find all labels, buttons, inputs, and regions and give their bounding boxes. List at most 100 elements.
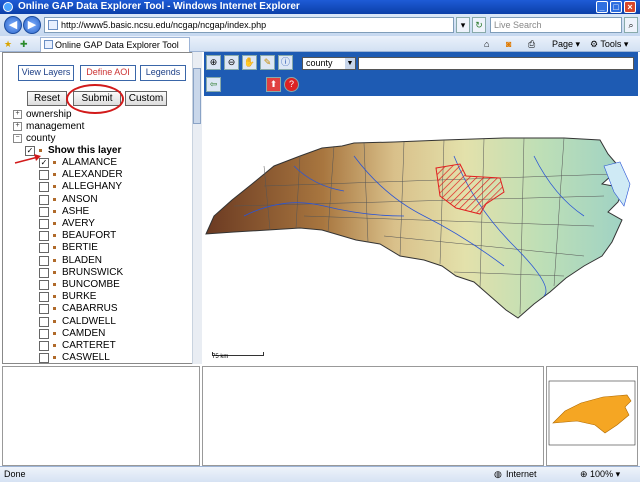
county-checkbox[interactable] xyxy=(39,170,49,181)
county-checkbox[interactable] xyxy=(39,267,49,278)
pencil-icon[interactable]: ✎ xyxy=(260,55,275,70)
county-item[interactable]: BUNCOMBE xyxy=(39,279,189,291)
bullet-icon xyxy=(53,258,56,262)
county-checkbox[interactable] xyxy=(39,182,49,193)
tree-item-ownership[interactable]: + ownership xyxy=(13,109,72,121)
favorites-star-icon[interactable]: ★ xyxy=(4,37,12,51)
layer-select[interactable]: county ▼ xyxy=(302,57,356,70)
map-view[interactable]: 75 km xyxy=(204,96,638,364)
county-checkbox[interactable] xyxy=(39,341,49,351)
upload-icon[interactable]: ⬆ xyxy=(266,77,281,92)
county-checkbox[interactable] xyxy=(39,255,49,266)
county-checkbox[interactable] xyxy=(39,316,49,327)
bullet-icon xyxy=(53,234,56,238)
page-menu-label: Page xyxy=(552,39,574,49)
back-button[interactable]: ◀ xyxy=(4,16,22,34)
county-item[interactable]: ALLEGHANY xyxy=(39,181,189,193)
search-icon[interactable]: ⌕ xyxy=(624,17,638,33)
county-name: BEAUFORT xyxy=(62,230,117,242)
map-text-input[interactable] xyxy=(358,57,634,70)
info-icon[interactable]: ⓘ xyxy=(278,55,293,70)
tab-define-aoi[interactable]: Define AOI xyxy=(80,65,136,81)
county-checkbox[interactable] xyxy=(39,280,49,290)
zoom-in-icon[interactable]: ⊕ xyxy=(206,55,221,70)
county-checkbox[interactable] xyxy=(39,243,49,254)
county-checkbox[interactable] xyxy=(39,194,49,205)
zoom-level[interactable]: ⊕ 100% ▾ xyxy=(580,467,620,482)
annotation-arrow-icon xyxy=(14,154,41,164)
county-item[interactable]: CARTERET xyxy=(39,340,189,352)
close-button[interactable]: × xyxy=(624,1,636,13)
scrollbar-thumb[interactable] xyxy=(193,68,201,124)
tab-favicon-icon xyxy=(44,40,53,49)
county-checkbox[interactable] xyxy=(39,231,49,242)
forward-button[interactable]: ▶ xyxy=(23,16,41,34)
county-item[interactable]: ASHE xyxy=(39,206,189,218)
tree-label: management xyxy=(26,121,85,132)
search-input[interactable]: Live Search xyxy=(490,17,622,33)
county-item[interactable]: BURKE xyxy=(39,291,189,303)
county-item[interactable]: CASWELL xyxy=(39,352,189,363)
zoom-out-icon[interactable]: ⊖ xyxy=(224,55,239,70)
county-item[interactable]: ALEXANDER xyxy=(39,169,189,181)
bullet-icon xyxy=(53,222,56,225)
overview-map-panel[interactable] xyxy=(546,366,638,466)
pan-hand-icon[interactable]: ✋ xyxy=(242,55,257,70)
county-checkbox[interactable] xyxy=(39,206,49,217)
refresh-button[interactable]: ↻ xyxy=(472,17,486,33)
expand-icon[interactable]: + xyxy=(13,121,22,131)
maximize-button[interactable]: □ xyxy=(610,1,622,13)
county-item[interactable]: AVERY xyxy=(39,218,189,230)
county-checkbox[interactable] xyxy=(39,219,49,229)
county-checkbox[interactable] xyxy=(39,328,49,339)
show-layer-label: Show this layer xyxy=(48,145,122,156)
browser-tab[interactable]: Online GAP Data Explorer Tool xyxy=(40,37,190,52)
county-item[interactable]: BRUNSWICK xyxy=(39,267,189,279)
county-item[interactable]: BERTIE xyxy=(39,242,189,254)
county-item[interactable]: BEAUFORT xyxy=(39,230,189,242)
address-bar[interactable]: http://www5.basic.ncsu.edu/ncgap/ncgap/i… xyxy=(44,17,454,33)
county-name: BUNCOMBE xyxy=(62,279,120,290)
tab-title: Online GAP Data Explorer Tool xyxy=(55,40,179,50)
address-dropdown-button[interactable]: ▾ xyxy=(456,17,470,33)
county-checkbox[interactable] xyxy=(39,292,49,303)
tree-item-management[interactable]: + management xyxy=(13,121,84,133)
county-item[interactable]: ✓ ALAMANCE xyxy=(39,157,189,169)
tab-view-layers[interactable]: View Layers xyxy=(18,65,74,81)
add-favorites-icon[interactable]: ✚ xyxy=(20,37,28,51)
page-menu[interactable]: Page ▾ xyxy=(552,37,580,51)
county-name: ALLEGHANY xyxy=(62,181,123,193)
county-checkbox[interactable] xyxy=(39,304,49,315)
window-title-bar: Online GAP Data Explorer Tool - Windows … xyxy=(0,0,640,14)
minimize-button[interactable]: _ xyxy=(596,1,608,13)
county-item[interactable]: BLADEN xyxy=(39,255,189,267)
county-item[interactable]: ANSON xyxy=(39,194,189,206)
collapse-icon[interactable]: − xyxy=(13,133,22,143)
show-layer-row[interactable]: ✓ Show this layer xyxy=(25,145,185,157)
map-toolbar: ⊕ ⊖ ✋ ✎ ⓘ county ▼ xyxy=(204,52,638,74)
overview-state-shape xyxy=(552,394,632,434)
county-checkbox[interactable] xyxy=(39,353,49,363)
print-icon[interactable]: ⎙ xyxy=(528,37,535,51)
home-icon[interactable]: ⌂ xyxy=(484,37,489,51)
reset-button[interactable]: Reset xyxy=(27,91,67,106)
help-icon[interactable]: ? xyxy=(284,77,299,92)
custom-button[interactable]: Custom xyxy=(125,91,167,106)
feeds-icon[interactable]: ◙ xyxy=(506,37,511,51)
county-item[interactable]: CAMDEN xyxy=(39,328,189,340)
tree-item-county[interactable]: − county xyxy=(13,133,55,145)
scale-label: 75 km xyxy=(212,354,228,360)
back-arrow-icon[interactable]: ⇦ xyxy=(206,77,221,92)
annotation-circle xyxy=(66,84,124,114)
county-name: ALAMANCE xyxy=(62,157,118,168)
county-item[interactable]: CABARRUS xyxy=(39,303,189,315)
bullet-icon xyxy=(53,197,56,201)
tab-legends[interactable]: Legends xyxy=(140,65,186,81)
bullet-icon xyxy=(53,295,56,299)
expand-icon[interactable]: + xyxy=(13,109,22,119)
bullet-icon xyxy=(53,344,56,347)
tools-menu[interactable]: ⚙ Tools ▾ xyxy=(590,37,628,51)
tree-label: county xyxy=(26,133,56,144)
county-item[interactable]: CALDWELL xyxy=(39,316,189,328)
reset-label: Reset xyxy=(33,93,61,104)
